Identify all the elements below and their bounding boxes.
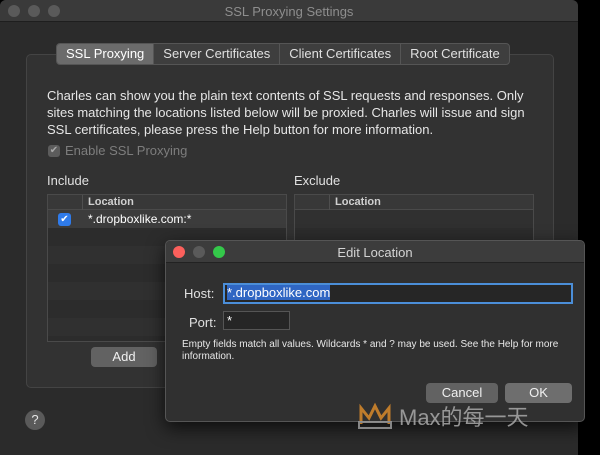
watermark: Max的每一天: [357, 400, 529, 432]
row-enabled-checkbox[interactable]: ✔: [58, 213, 71, 226]
port-input[interactable]: *: [223, 311, 290, 330]
window-title: SSL Proxying Settings: [224, 4, 354, 19]
dialog-help-note: Empty fields match all values. Wildcards…: [182, 339, 559, 362]
dialog-title: Edit Location: [337, 245, 413, 260]
watermark-logo-icon: [358, 402, 392, 429]
help-button[interactable]: ?: [25, 410, 45, 430]
checkmark-icon: ✔: [48, 144, 60, 157]
tab-bar: SSL Proxying Server Certificates Client …: [56, 43, 510, 65]
add-include-button[interactable]: Add: [91, 347, 157, 367]
host-label: Host:: [184, 286, 215, 301]
table-row: [295, 210, 533, 228]
enable-ssl-proxying-label: Enable SSL Proxying: [65, 143, 188, 158]
table-row[interactable]: ✔ *.dropboxlike.com:*: [48, 210, 286, 228]
dialog-title-bar[interactable]: Edit Location: [166, 241, 584, 263]
port-label: Port:: [189, 315, 217, 330]
watermark-text: Max的每一天: [399, 405, 529, 430]
row-location: *.dropboxlike.com:*: [88, 212, 192, 226]
host-input[interactable]: *.dropboxlike.com: [223, 283, 573, 304]
port-value: *: [227, 313, 233, 328]
tab-root-certificate[interactable]: Root Certificate: [401, 44, 509, 64]
include-title: Include: [47, 173, 89, 188]
include-table-header: Location: [48, 195, 286, 210]
enable-ssl-proxying-checkbox[interactable]: ✔ Enable SSL Proxying: [48, 143, 187, 158]
ssl-description: Charles can show you the plain text cont…: [47, 88, 525, 137]
exclude-title: Exclude: [294, 173, 341, 188]
include-location-column[interactable]: Location: [88, 196, 134, 208]
exclude-table-header: Location: [295, 195, 533, 210]
tab-ssl-proxying[interactable]: SSL Proxying: [57, 44, 155, 64]
title-bar[interactable]: SSL Proxying Settings: [0, 0, 578, 22]
exclude-location-column[interactable]: Location: [335, 196, 381, 208]
host-value: *.dropboxlike.com: [227, 285, 331, 300]
tab-client-certificates[interactable]: Client Certificates: [280, 44, 402, 64]
tab-server-certificates[interactable]: Server Certificates: [154, 44, 281, 64]
